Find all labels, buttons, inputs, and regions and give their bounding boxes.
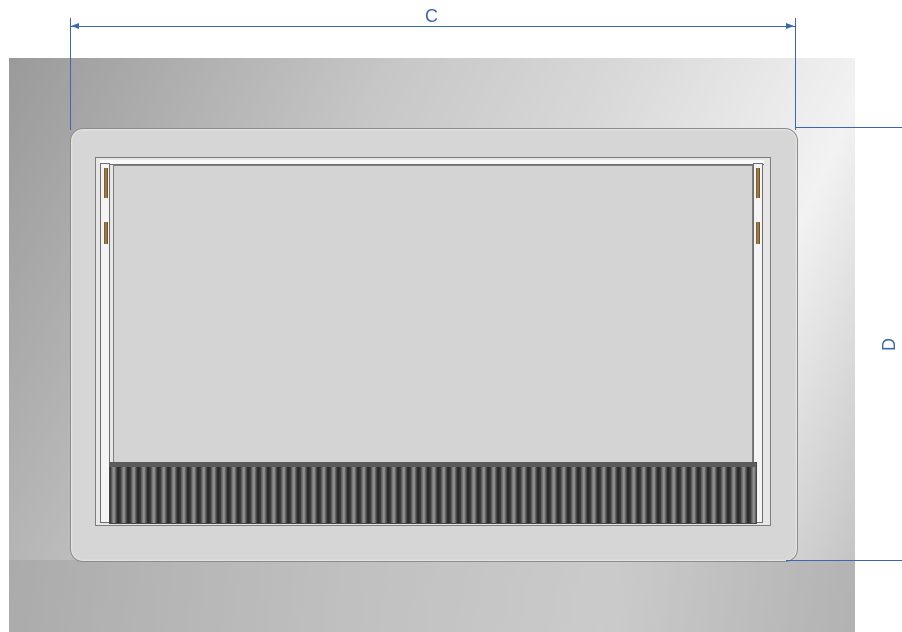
height-dimension-label: D <box>879 338 899 351</box>
width-arrow-left <box>71 23 79 29</box>
vent-grille-top-edge <box>109 462 755 467</box>
vent-grille <box>109 462 757 524</box>
right-lower-bracket <box>756 222 760 244</box>
width-dimension-label: C <box>425 6 438 26</box>
right-upper-bracket <box>756 168 760 198</box>
width-extension-line-right <box>795 18 796 130</box>
left-lower-bracket <box>104 222 108 244</box>
left-upper-bracket <box>104 168 108 198</box>
height-extension-line-bottom <box>786 560 902 561</box>
inner-panel <box>113 165 753 463</box>
width-arrow-right <box>786 23 794 29</box>
height-extension-line-top <box>795 127 902 128</box>
wall-panel-lower-shade <box>9 560 855 632</box>
width-extension-line-left <box>70 18 71 130</box>
